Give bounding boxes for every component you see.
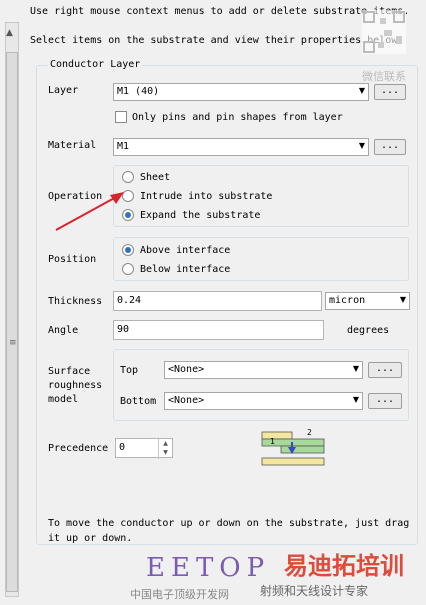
scroll-grip-icon: ≡ — [9, 338, 17, 348]
layer-value: M1 (40) — [117, 86, 160, 97]
operation-sheet-label: Sheet — [140, 172, 171, 183]
top-roughness-browse-button[interactable]: ... — [368, 362, 402, 378]
chevron-down-icon: ▼ — [358, 86, 365, 95]
angle-unit: degrees — [347, 325, 390, 336]
thickness-value: 0.24 — [117, 295, 142, 306]
bottom-roughness-value: <None> — [168, 395, 205, 406]
qr-code-watermark — [362, 10, 406, 54]
surface-label-3: model — [48, 394, 79, 405]
stepper-up-icon[interactable]: ▲ — [159, 439, 172, 448]
operation-expand-label: Expand the substrate — [140, 210, 261, 221]
precedence-value: 0 — [119, 442, 126, 453]
bottom-label: Bottom — [120, 396, 157, 407]
layer-label: Layer — [48, 85, 79, 96]
precedence-label: Precedence — [48, 443, 109, 454]
operation-intrude-label: Intrude into substrate — [140, 191, 273, 202]
top-roughness-value: <None> — [168, 364, 205, 375]
scroll-thumb[interactable] — [6, 52, 18, 592]
material-browse-button[interactable]: ... — [374, 139, 406, 155]
substrate-properties-panel: Use right mouse context menus to add or … — [22, 0, 426, 605]
material-label: Material — [48, 140, 97, 151]
thickness-label: Thickness — [48, 296, 103, 307]
eetop-subtitle: 中国电子顶级开发网 — [130, 588, 229, 601]
precedence-stepper[interactable]: 0 ▲ ▼ — [115, 438, 173, 459]
chevron-down-icon: ▼ — [352, 395, 359, 404]
surface-roughness-group — [113, 349, 409, 421]
brand-subtitle: 射频和天线设计专家 — [260, 584, 369, 598]
conductor-layer-title: Conductor Layer — [48, 59, 143, 70]
only-pins-label: Only pins and pin shapes from layer — [132, 112, 343, 123]
position-above-label: Above interface — [140, 245, 231, 256]
position-label: Position — [48, 254, 97, 265]
layer-browse-button[interactable]: ... — [374, 84, 406, 100]
thickness-input[interactable]: 0.24 — [113, 291, 322, 311]
angle-label: Angle — [48, 325, 79, 336]
position-below-label: Below interface — [140, 264, 231, 275]
angle-input[interactable]: 90 — [113, 320, 324, 340]
bottom-roughness-dropdown[interactable]: <None> ▼ — [164, 392, 363, 410]
layer-dropdown[interactable]: M1 (40) ▼ — [113, 83, 369, 101]
stepper-down-icon[interactable]: ▼ — [159, 448, 172, 457]
diagram-label-2: 2 — [307, 428, 312, 437]
top-roughness-dropdown[interactable]: <None> ▼ — [164, 361, 363, 379]
surface-label-1: Surface — [48, 366, 91, 377]
footer-line-2: it up or down. — [48, 533, 133, 544]
stepper-arrows[interactable]: ▲ ▼ — [158, 439, 172, 459]
precedence-diagram-icon — [261, 431, 325, 466]
instruction-line-2: Select items on the substrate and view t… — [30, 35, 398, 46]
only-pins-checkbox[interactable] — [115, 111, 127, 123]
diagram-label-1: 1 — [270, 437, 275, 446]
thickness-unit-value: micron — [329, 295, 366, 306]
chevron-down-icon: ▼ — [399, 295, 406, 304]
chevron-down-icon: ▼ — [352, 364, 359, 373]
operation-sheet-radio[interactable] — [122, 171, 134, 183]
annotation-arrow-icon — [55, 192, 124, 231]
instruction-line-1: Use right mouse context menus to add or … — [30, 6, 410, 17]
material-dropdown[interactable]: M1 ▼ — [113, 138, 369, 156]
thickness-unit-dropdown[interactable]: micron ▼ — [325, 292, 410, 310]
qr-caption: 微信联系 — [362, 70, 406, 83]
position-below-radio[interactable] — [122, 263, 134, 275]
scroll-up-icon[interactable]: ▲ — [6, 28, 13, 38]
surface-label-2: roughness — [48, 380, 103, 391]
material-value: M1 — [117, 141, 130, 152]
eetop-watermark: EETOP — [146, 553, 271, 583]
top-label: Top — [120, 365, 139, 376]
angle-value: 90 — [117, 324, 130, 335]
footer-line-1: To move the conductor up or down on the … — [48, 518, 410, 529]
bottom-roughness-browse-button[interactable]: ... — [368, 393, 402, 409]
brand-watermark: 易迪拓培训 — [284, 552, 404, 580]
chevron-down-icon: ▼ — [358, 141, 365, 150]
position-above-radio[interactable] — [122, 244, 134, 256]
